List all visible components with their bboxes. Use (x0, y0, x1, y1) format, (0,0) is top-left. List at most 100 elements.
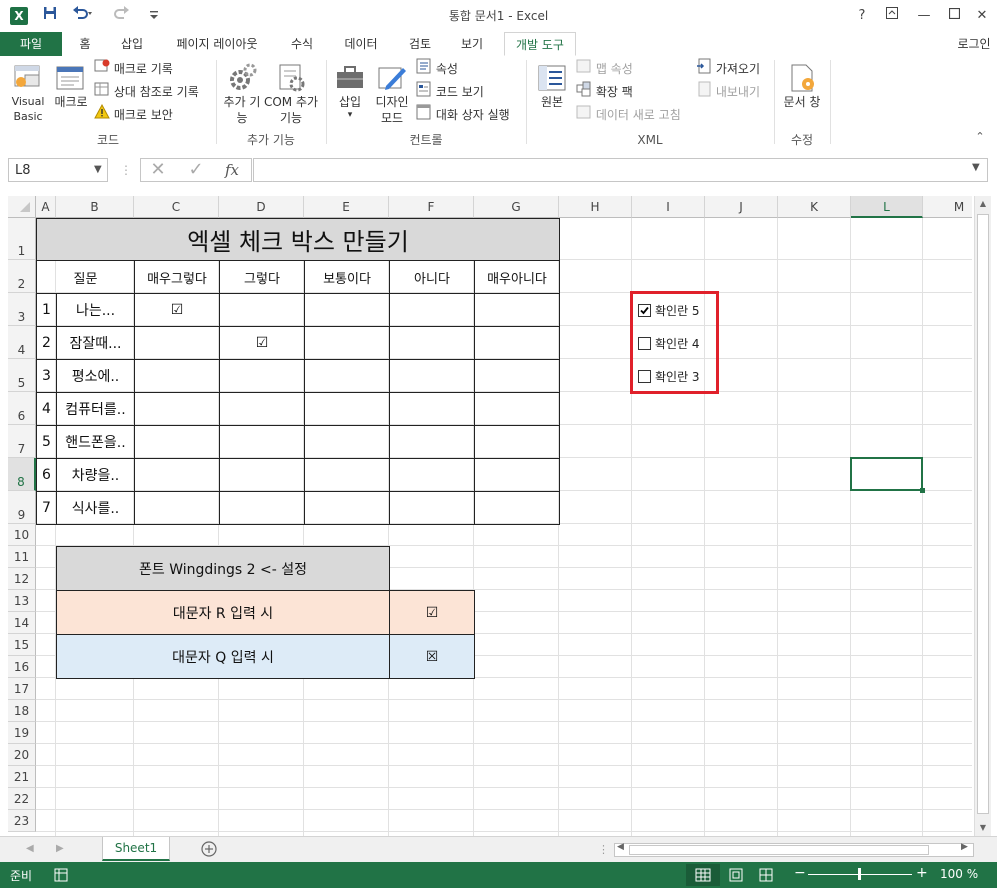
row-number-cell[interactable]: 2 (36, 326, 57, 360)
column-header-m[interactable]: M (923, 196, 972, 218)
row-number-cell[interactable]: 6 (36, 458, 57, 492)
fill-handle[interactable] (920, 488, 925, 493)
select-all-button[interactable] (8, 196, 36, 218)
vertical-scrollbar[interactable]: ▲ ▼ (974, 196, 991, 836)
answer-cell[interactable] (134, 326, 220, 360)
addins-button[interactable]: 추가 기능 (222, 62, 262, 126)
row-header-17[interactable]: 17 (8, 678, 36, 700)
column-header-c[interactable]: C (134, 196, 219, 218)
refresh-data-button[interactable]: 데이터 새로 고침 (576, 104, 681, 127)
horizontal-scroll-thumb[interactable] (629, 845, 929, 855)
answer-cell[interactable] (134, 458, 220, 492)
question-cell[interactable]: 나는... (56, 293, 135, 327)
com-addins-button[interactable]: COM 추가 기능 (262, 62, 320, 126)
question-cell[interactable]: 핸드폰을.. (56, 425, 135, 459)
answer-cell[interactable] (304, 392, 390, 426)
zoom-slider-thumb[interactable] (858, 868, 861, 880)
legend-r-label[interactable]: 대문자 R 입력 시 (56, 590, 390, 635)
answer-cell[interactable] (389, 293, 475, 327)
tab-data[interactable]: 데이터 (334, 32, 388, 56)
maximize-icon[interactable] (940, 4, 968, 28)
legend-font-note[interactable]: 폰트 Wingdings 2 <- 설정 (56, 546, 390, 591)
row-header-2[interactable]: 2 (8, 260, 36, 293)
answer-cell[interactable] (474, 491, 560, 525)
answer-cell[interactable] (134, 392, 220, 426)
header-4[interactable]: 아니다 (389, 260, 475, 294)
export-button[interactable]: 내보내기 (696, 81, 760, 104)
relative-reference-button[interactable]: 상대 참조로 기록 (94, 81, 199, 104)
tab-file[interactable]: 파일 (0, 32, 62, 56)
horizontal-scrollbar[interactable]: ◀ ▶ (614, 842, 974, 857)
answer-cell[interactable] (134, 359, 220, 393)
answer-cell[interactable] (474, 425, 560, 459)
row-header-15[interactable]: 15 (8, 634, 36, 656)
splitter-icon[interactable]: ⋮ (120, 160, 132, 180)
answer-cell[interactable] (474, 359, 560, 393)
header-1[interactable]: 매우그렇다 (134, 260, 220, 294)
column-header-a[interactable]: A (36, 196, 56, 218)
row-header-22[interactable]: 22 (8, 788, 36, 810)
scroll-left-icon[interactable]: ◀ (617, 842, 624, 852)
legend-q-symbol[interactable]: ☒ (389, 634, 475, 679)
answer-cell[interactable] (304, 458, 390, 492)
answer-cell[interactable] (389, 392, 475, 426)
form-checkbox[interactable]: 확인란 5 (638, 301, 700, 319)
question-cell[interactable]: 잠잘때... (56, 326, 135, 360)
insert-function-icon[interactable]: fx (219, 159, 245, 181)
sheet-title-cell[interactable]: 엑셀 체크 박스 만들기 (36, 218, 560, 261)
answer-cell[interactable] (219, 425, 305, 459)
answer-cell[interactable] (304, 425, 390, 459)
answer-cell[interactable] (389, 491, 475, 525)
view-code-button[interactable]: 코드 보기 (416, 81, 484, 104)
answer-cell[interactable] (474, 293, 560, 327)
row-header-6[interactable]: 6 (8, 392, 36, 425)
legend-r-symbol[interactable]: ☑ (389, 590, 475, 635)
zoom-level[interactable]: 100 % (940, 867, 978, 881)
answer-cell[interactable] (474, 458, 560, 492)
plus-circle-icon[interactable] (200, 840, 218, 858)
legend-q-label[interactable]: 대문자 Q 입력 시 (56, 634, 390, 679)
row-number-cell[interactable]: 1 (36, 293, 57, 327)
column-header-d[interactable]: D (219, 196, 304, 218)
row-header-8[interactable]: 8 (8, 458, 36, 491)
normal-view-icon[interactable] (686, 864, 720, 886)
document-panel-button[interactable]: 문서 창 (780, 62, 824, 110)
zoom-in-icon[interactable]: + (916, 865, 928, 881)
name-box[interactable]: L8 (8, 158, 108, 182)
row-header-19[interactable]: 19 (8, 722, 36, 744)
row-header-21[interactable]: 21 (8, 766, 36, 788)
macro-record-status-icon[interactable] (54, 868, 68, 882)
tab-page-layout[interactable]: 페이지 레이아웃 (164, 32, 270, 56)
tab-view[interactable]: 보기 (452, 32, 492, 56)
enter-icon[interactable]: ✓ (185, 159, 207, 181)
form-checkbox[interactable]: 확인란 4 (638, 334, 700, 352)
checkbox-checked-icon[interactable] (638, 303, 651, 317)
row-header-3[interactable]: 3 (8, 293, 36, 326)
row-header-11[interactable]: 11 (8, 546, 36, 568)
answer-cell[interactable] (219, 293, 305, 327)
answer-cell[interactable] (474, 326, 560, 360)
collapse-ribbon-icon[interactable]: ⌃ (972, 130, 988, 144)
answer-cell[interactable]: ☑ (134, 293, 220, 327)
row-header-9[interactable]: 9 (8, 491, 36, 524)
zoom-out-icon[interactable]: − (794, 865, 806, 881)
run-dialog-button[interactable]: 대화 상자 실행 (416, 104, 510, 127)
answer-cell[interactable] (389, 359, 475, 393)
answer-cell[interactable] (134, 425, 220, 459)
answer-cell[interactable] (389, 326, 475, 360)
row-header-10[interactable]: 10 (8, 524, 36, 546)
question-cell[interactable]: 평소에.. (56, 359, 135, 393)
login-link[interactable]: 로그인 (952, 32, 996, 56)
scroll-right-icon[interactable]: ▶ (961, 842, 968, 852)
question-cell[interactable]: 식사를.. (56, 491, 135, 525)
scroll-down-icon[interactable]: ▼ (975, 820, 991, 836)
column-header-l[interactable]: L (851, 196, 923, 218)
tab-splitter-icon[interactable]: ⋮ (598, 843, 609, 856)
row-header-5[interactable]: 5 (8, 359, 36, 392)
answer-cell[interactable] (304, 326, 390, 360)
column-header-f[interactable]: F (389, 196, 474, 218)
form-checkbox[interactable]: 확인란 3 (638, 367, 700, 385)
column-header-k[interactable]: K (778, 196, 851, 218)
insert-control-button[interactable]: 삽입 ▾ (332, 62, 368, 120)
answer-cell[interactable] (304, 491, 390, 525)
